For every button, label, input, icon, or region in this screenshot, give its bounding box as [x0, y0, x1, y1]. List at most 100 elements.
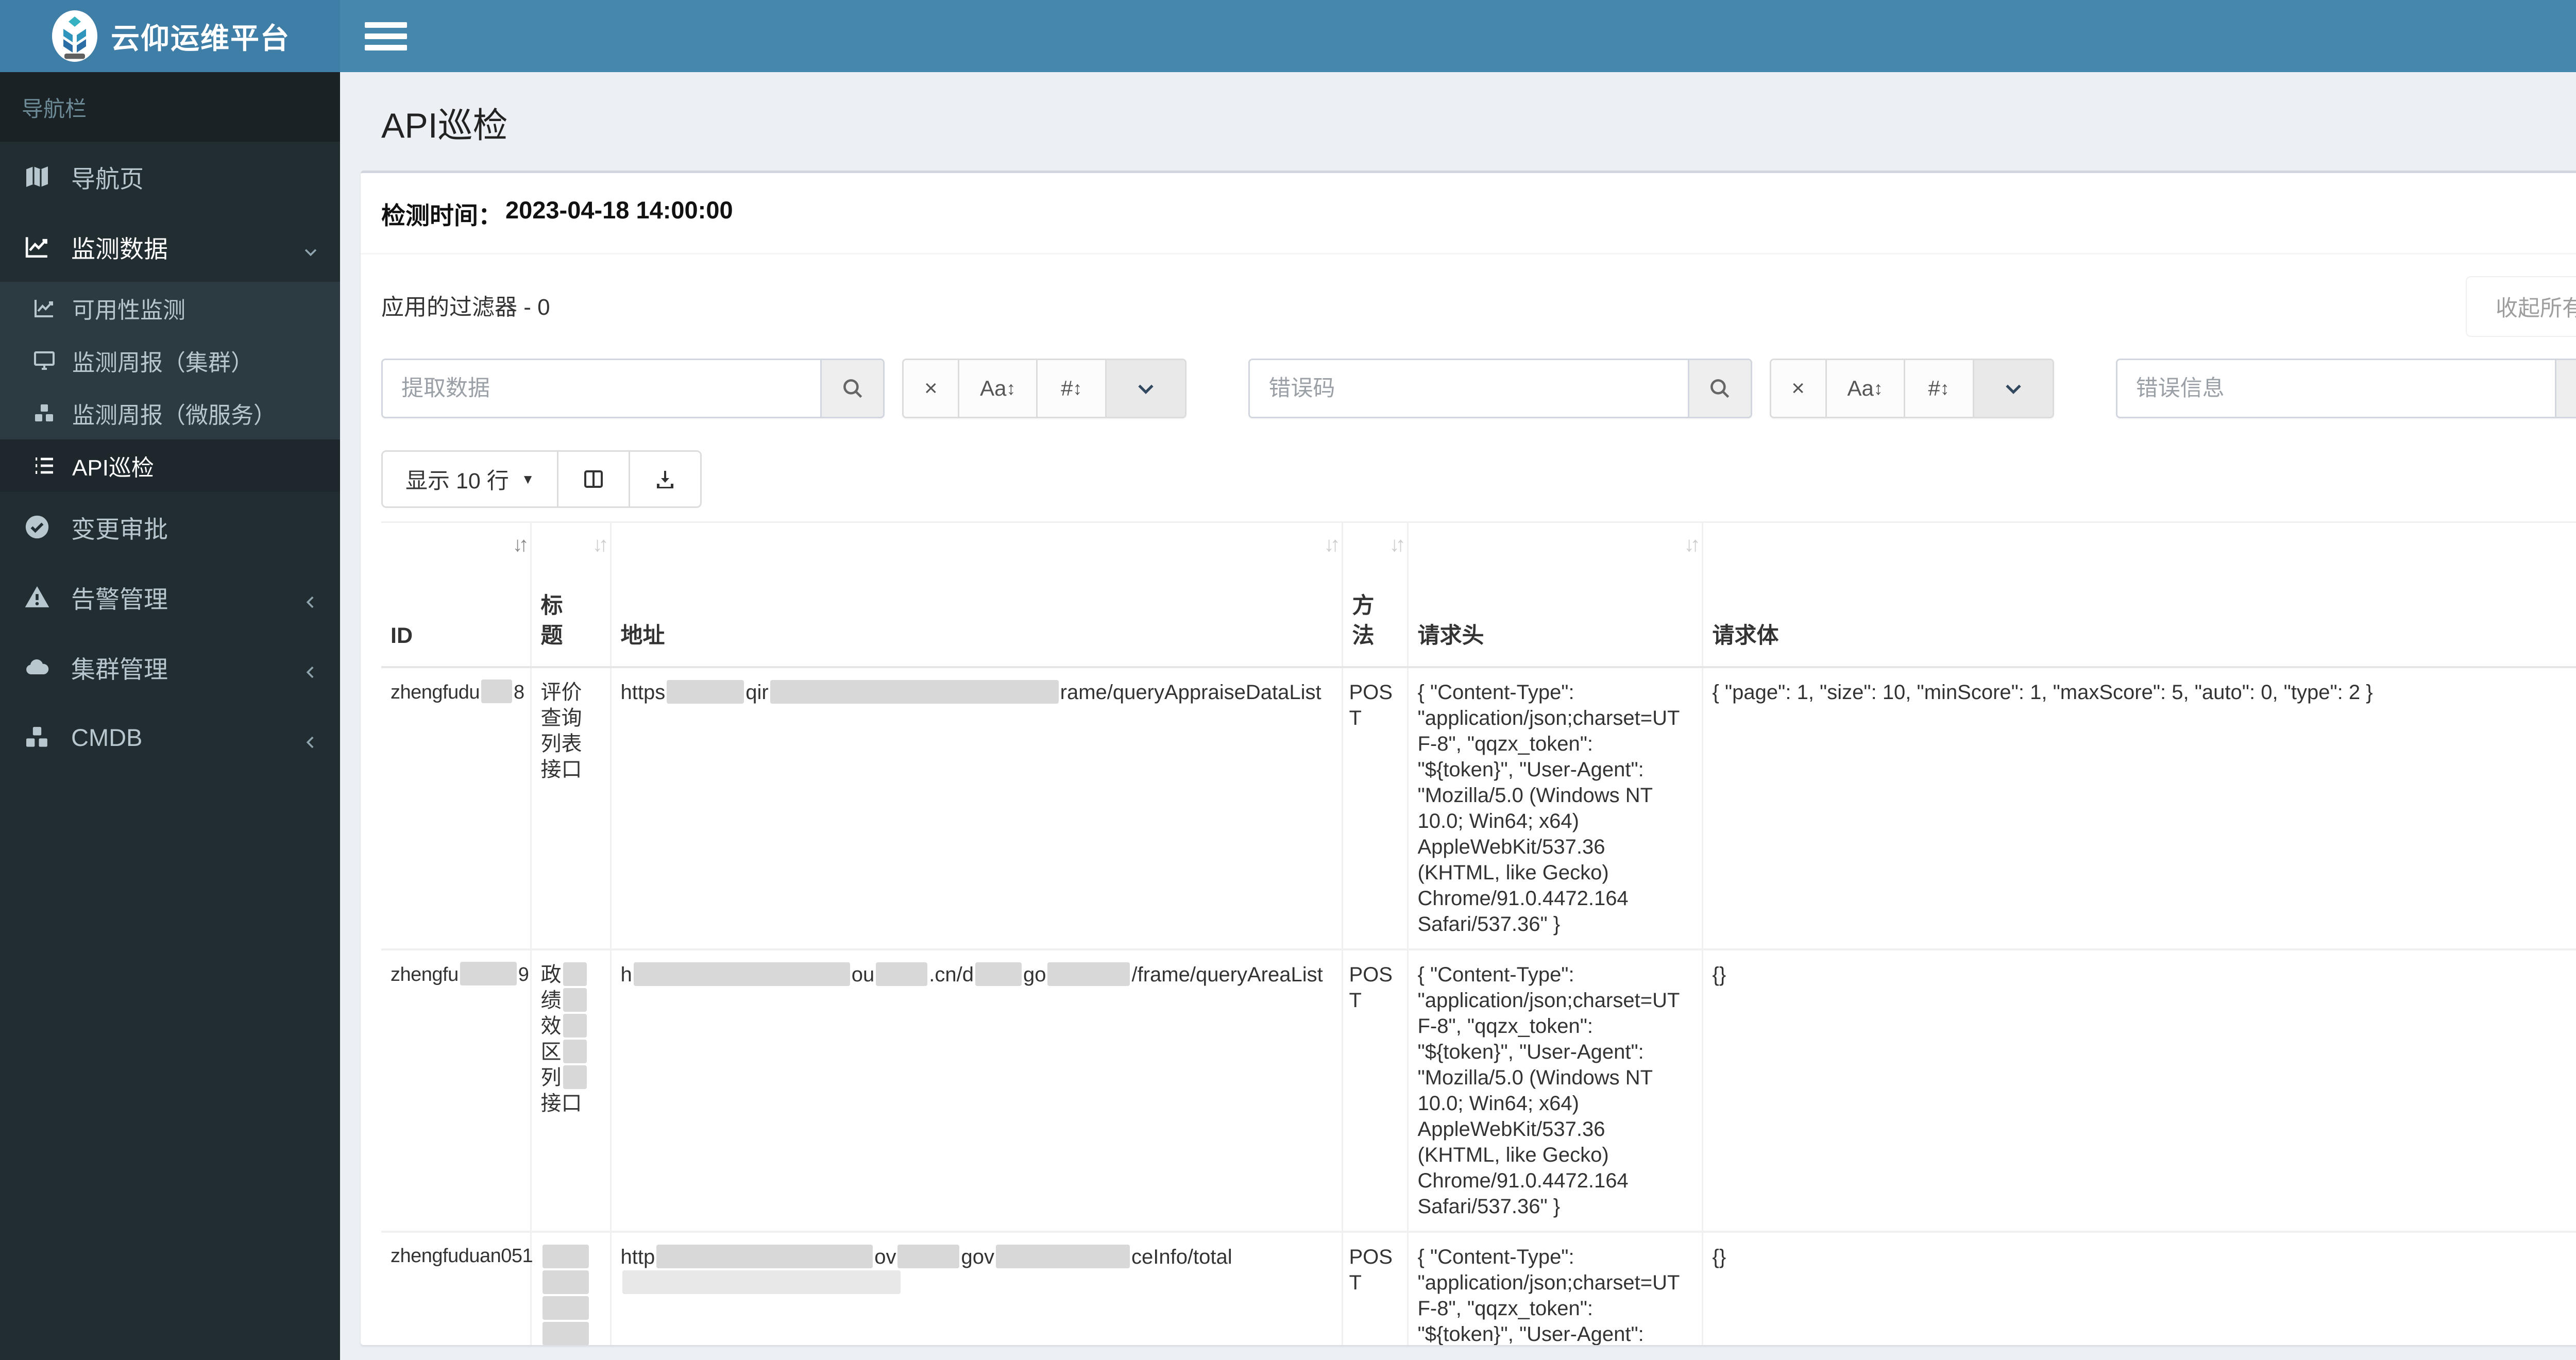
text-sort-button[interactable]: Aa ↕: [1826, 360, 1905, 417]
warning-icon: [23, 583, 52, 611]
cubes-icon: [23, 723, 52, 752]
col-header-id[interactable]: ID ↓↑: [381, 521, 532, 669]
sort-icon[interactable]: ↓↑: [592, 533, 609, 556]
cell-method: POST: [1342, 1232, 1409, 1345]
redacted-text: [633, 962, 850, 987]
cell-id: zhengfu 9: [381, 949, 532, 1233]
detection-time-row: 检测时间： 2023-04-18 14:00:00: [361, 173, 2576, 254]
extract-data-filter-input[interactable]: [383, 360, 821, 417]
numeric-sort-button[interactable]: # ↕: [1905, 360, 1974, 417]
page-title: API巡检: [381, 106, 508, 145]
numeric-sort-button[interactable]: # ↕: [1038, 360, 1107, 417]
redacted-text: [975, 962, 1022, 987]
list-icon: [32, 453, 57, 478]
sidebar-item-weekly-report-microservice[interactable]: 监测周报（微服务）: [0, 387, 340, 439]
error-code-filter-input[interactable]: [1250, 360, 1688, 417]
sort-icon[interactable]: ↓↑: [1684, 533, 1701, 556]
cell-request-body: {}: [1702, 949, 2576, 1233]
cell-address: http ov gov ceInfo/total: [611, 1232, 1343, 1345]
redacted-text: [656, 1245, 873, 1269]
data-table: ID↓↑ 标 题↓↑ 地址↓↑ 方 法↓↑ 请求头↓↑ 请求体↓↑ 提取 数据↓…: [381, 521, 2576, 1345]
detection-time-label: 检测时间：: [381, 202, 502, 229]
redacted-text: [563, 962, 587, 987]
sidebar-item-weekly-report-cluster[interactable]: 监测周报（集群）: [0, 334, 340, 387]
app-logo[interactable]: 云仰运维平台: [0, 0, 340, 72]
cubes-icon: [32, 401, 57, 426]
redacted-text: [542, 1322, 589, 1345]
filter-dropdown-button[interactable]: [1974, 360, 2053, 417]
sidebar-item-monitor-data[interactable]: 监测数据: [0, 212, 340, 282]
table-toolbar-left: 显示 10 行 ▼: [381, 450, 702, 508]
redacted-text: [995, 1245, 1130, 1269]
brand-title: 云仰运维平台: [111, 22, 290, 55]
check-circle-icon: [23, 513, 52, 541]
chevron-down-icon: [302, 238, 319, 257]
sidebar-item-availability-monitor[interactable]: 可用性监测: [0, 282, 340, 334]
search-icon[interactable]: [1687, 360, 1751, 417]
cell-title: 接: [531, 1232, 612, 1345]
sidebar-item-change-approval[interactable]: 变更审批: [0, 492, 340, 562]
redacted-text: [481, 679, 512, 704]
clear-filter-button[interactable]: ×: [1771, 360, 1827, 417]
desktop-icon: [32, 348, 57, 373]
caret-down-icon: ▼: [521, 471, 535, 487]
col-header-address[interactable]: 地址 ↓↑: [611, 521, 1343, 669]
table-header-row: ID↓↑ 标 题↓↑ 地址↓↑ 方 法↓↑ 请求头↓↑ 请求体↓↑ 提取 数据↓…: [381, 521, 2576, 669]
map-icon: [23, 162, 52, 191]
cell-title: 政绩效区列接口: [531, 949, 612, 1233]
redacted-text: [1047, 962, 1130, 987]
clear-filter-button[interactable]: ×: [904, 360, 960, 417]
download-button[interactable]: [630, 452, 701, 506]
filter-dropdown-button[interactable]: [1107, 360, 1185, 417]
text-sort-button[interactable]: Aa ↕: [959, 360, 1038, 417]
redacted-text: [563, 1040, 587, 1064]
applied-filters-label: 应用的过滤器 - 0: [381, 295, 550, 320]
redacted-text: [542, 1245, 589, 1269]
cell-request-headers: { "Content-Type": "application/json;char…: [1408, 667, 1703, 951]
table-row: zhengfu 9 政绩效区列接口 h ou .cn/d go/frame/queryAre…: [381, 949, 2576, 1233]
redacted-text: [770, 680, 1059, 704]
redacted-text: [563, 988, 587, 1012]
cell-id: zhengfuduan051: [381, 1232, 533, 1345]
sidebar-item-alarm-management[interactable]: 告警管理: [0, 562, 340, 632]
sidebar-toggle-icon[interactable]: [365, 15, 407, 57]
search-icon[interactable]: [820, 360, 884, 417]
redacted-text: [897, 1245, 960, 1269]
sidebar: 导航栏 导航页 监测数据 可用性监测 监测周报（集群） 监测周报（微服务） AP…: [0, 72, 340, 1360]
brand-logo-icon: [52, 10, 97, 62]
topnav: 管理员：洪聪: [340, 0, 2576, 72]
sort-icon[interactable]: ↓↑: [1324, 533, 1341, 556]
collapse-all-button[interactable]: 收起所有: [2466, 276, 2576, 337]
cell-address: https qir rame/queryAppraiseDataList: [611, 667, 1343, 951]
error-message-filter-input[interactable]: [2117, 360, 2555, 417]
search-icon[interactable]: [2554, 360, 2576, 417]
table-row: zhengfuduan051接httpovgovceInfo/totalPOST…: [381, 1232, 2576, 1345]
column-visibility-button[interactable]: [558, 452, 631, 506]
col-header-request-body[interactable]: 请求体↓↑: [1702, 521, 2576, 669]
sidebar-item-cluster-management[interactable]: 集群管理: [0, 632, 340, 702]
cell-request-body: {}: [1702, 1232, 2576, 1345]
redacted-text: [667, 680, 744, 704]
sidebar-item-api-inspection[interactable]: API巡检: [0, 439, 340, 492]
table-body: zhengfudu 8 评价查询列表接口 https qir rame/queryAppr…: [381, 667, 2576, 1345]
cell-title: 评价查询列表接口: [531, 667, 612, 951]
sidebar-item-navigation-page[interactable]: 导航页: [0, 142, 340, 212]
line-chart-icon: [32, 296, 57, 320]
redacted-text: [876, 962, 928, 987]
topbar: 云仰运维平台 管理员：洪聪: [0, 0, 2576, 72]
cell-method: POST: [1342, 949, 1409, 1233]
redacted-text: [563, 1014, 587, 1038]
cell-id: zhengfudu 8: [381, 667, 532, 951]
col-header-title[interactable]: 标 题 ↓↑: [531, 521, 612, 669]
filter-group-error-code: × Aa↕ #↕: [1248, 359, 2054, 418]
redacted-text: [542, 1296, 589, 1320]
sort-icon[interactable]: ↓↑: [1389, 533, 1406, 556]
page-length-button[interactable]: 显示 10 行 ▼: [383, 452, 559, 506]
sort-icon[interactable]: ↓↑: [513, 533, 529, 556]
sidebar-item-cmdb[interactable]: CMDB: [0, 702, 340, 772]
chevron-left-icon: [302, 728, 319, 749]
col-header-request-headers[interactable]: 请求头 ↓↑: [1408, 521, 1703, 669]
col-header-method[interactable]: 方 法 ↓↑: [1342, 521, 1409, 669]
filter-group-extract-data: × Aa↕ #↕: [381, 359, 1187, 418]
content-card: 检测时间： 2023-04-18 14:00:00 应用的过滤器 - 0 收起所…: [361, 171, 2576, 1345]
